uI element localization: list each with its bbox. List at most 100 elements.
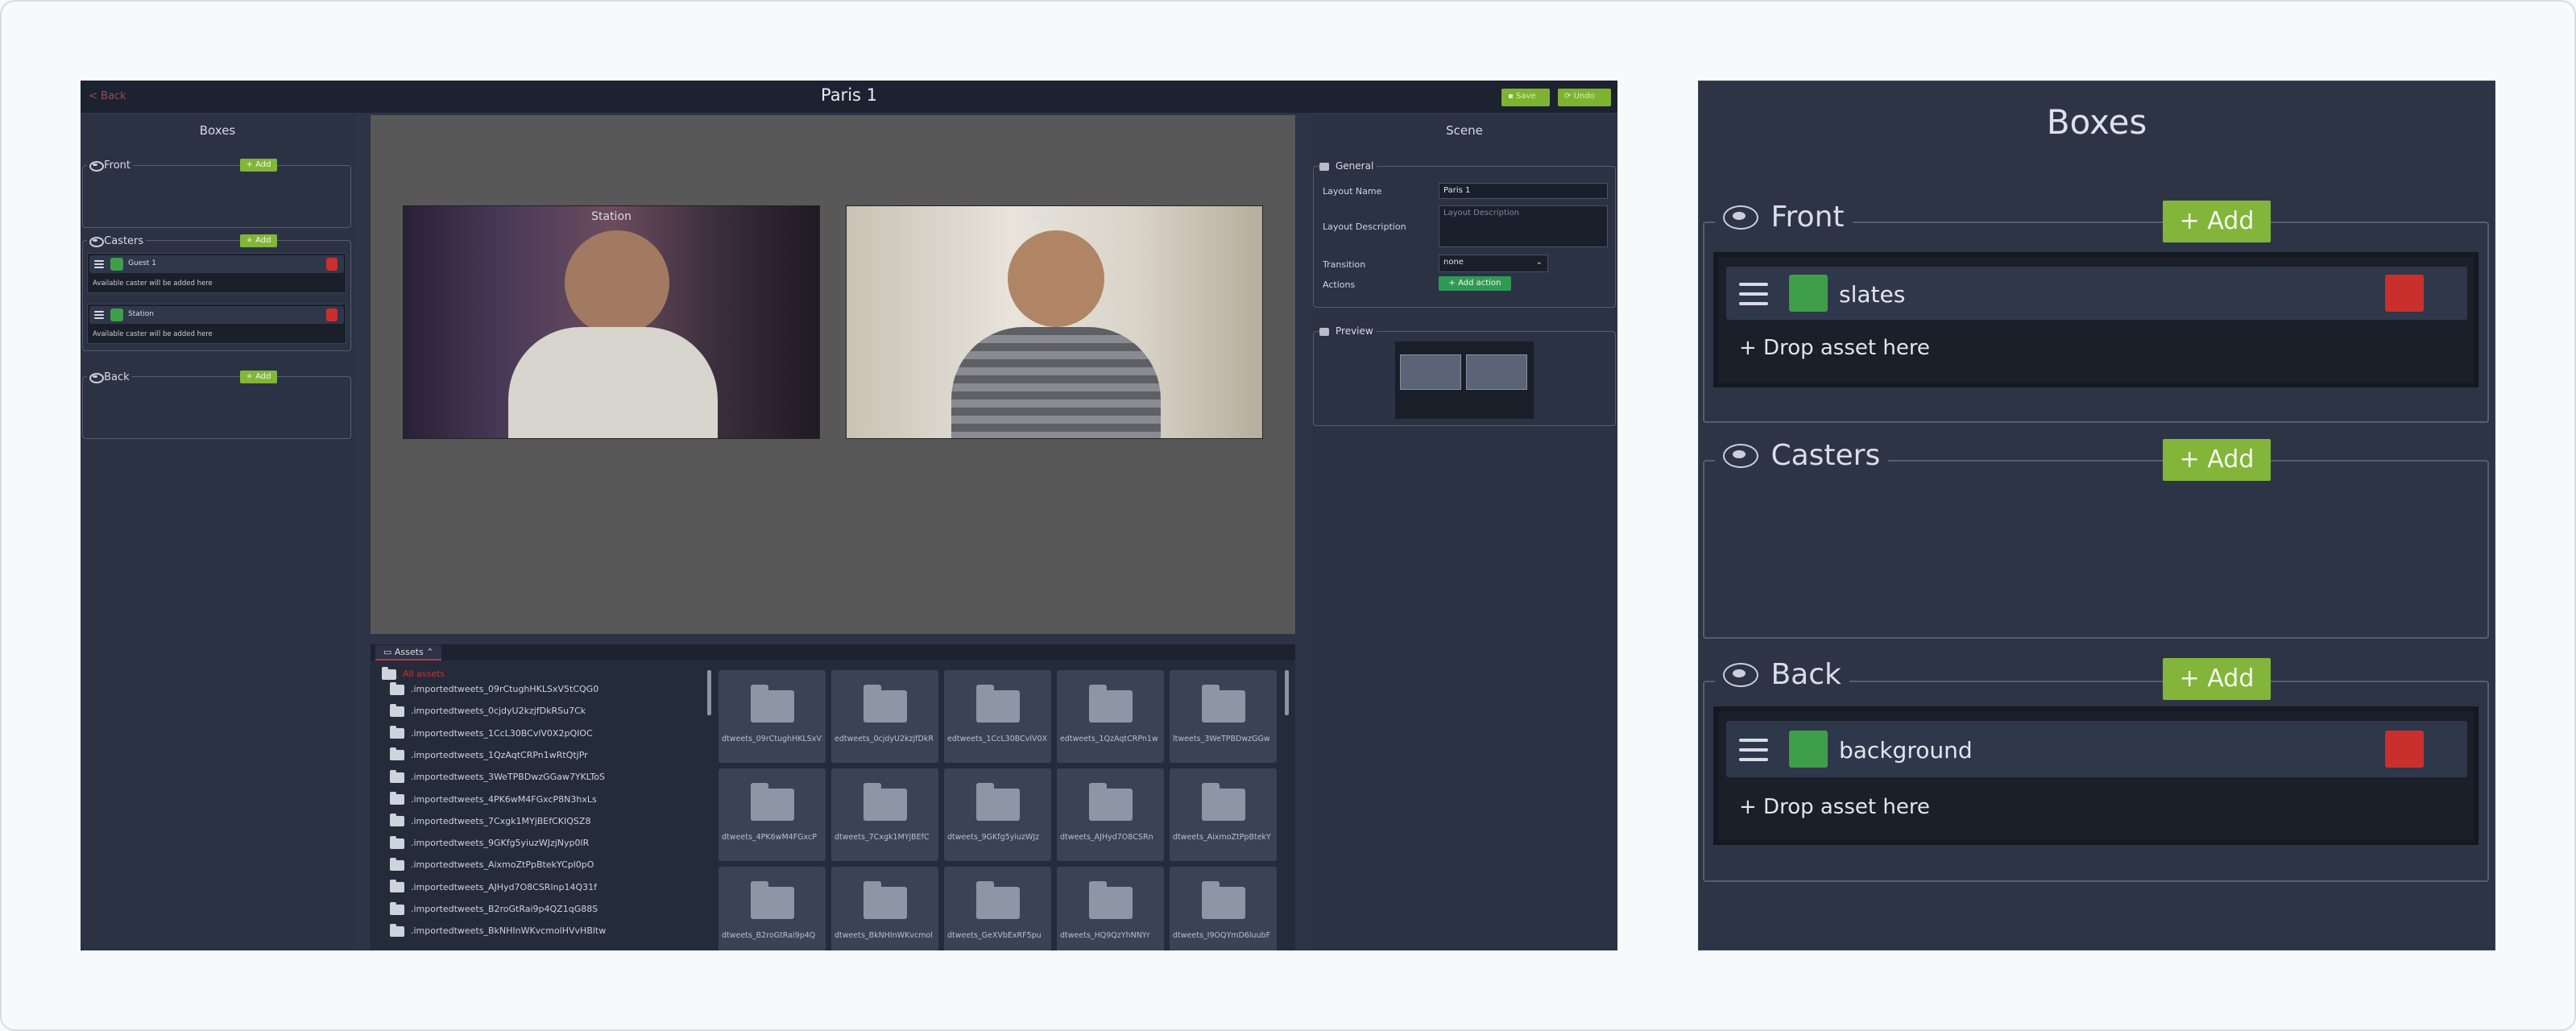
drop-asset-zone[interactable]: + Drop asset here xyxy=(1739,795,1930,819)
save-button[interactable]: ▪ Save xyxy=(1501,89,1550,106)
zoom-front-label: Front xyxy=(1770,201,1845,234)
save-label: Save xyxy=(1515,92,1536,101)
zoom-casters-section xyxy=(1703,460,2489,639)
scene-canvas[interactable]: Station Guest 1 xyxy=(371,115,1295,634)
trash-icon[interactable] xyxy=(2385,731,2424,768)
asset-tile[interactable]: dtweets_09rCtughHKLSxV5 xyxy=(719,670,826,763)
all-assets-item[interactable]: All assets xyxy=(382,666,445,680)
eye-icon[interactable] xyxy=(1723,205,1758,230)
tree-item[interactable]: .importedtweets_9GKfg5yiuzWJzjNyp0lR xyxy=(390,835,589,851)
assets-tabbar xyxy=(371,644,1295,660)
drag-handle-icon[interactable] xyxy=(94,311,104,319)
folder-icon xyxy=(751,881,794,919)
asset-tile[interactable]: dtweets_I9OQYmD6luubF xyxy=(1170,867,1277,950)
tree-item-label: .importedtweets_3WeTPBDwzGGaw7YKLToS xyxy=(411,772,605,783)
casters-add-button[interactable]: + Add xyxy=(240,234,277,247)
asset-tile-name: dtweets_B2roGtRai9p4Q xyxy=(722,931,816,940)
back-add-button[interactable]: + Add xyxy=(240,371,277,383)
visibility-toggle-icon[interactable] xyxy=(110,258,123,271)
assets-tab[interactable]: ▭ Assets ⌃ xyxy=(375,645,442,660)
asset-tile[interactable]: dtweets_9GKfg5yiuzWJz xyxy=(944,768,1051,861)
video-guest[interactable]: Guest 1 xyxy=(846,205,1263,439)
eye-icon[interactable] xyxy=(89,373,104,383)
collapse-icon[interactable] xyxy=(1319,163,1329,171)
asset-tile[interactable]: dtweets_B2roGtRai9p4Q xyxy=(719,867,826,950)
caster-hint: Available caster will be added here xyxy=(93,279,213,288)
zoom-casters-add-button[interactable]: + Add xyxy=(2163,439,2271,481)
zoom-back-label: Back xyxy=(1770,658,1841,691)
eye-icon[interactable] xyxy=(89,161,104,172)
drag-handle-icon[interactable] xyxy=(1739,739,1768,761)
assets-panel: ▭ Assets ⌃ All assets .importedtweets_09… xyxy=(371,644,1295,950)
layout-name-input[interactable]: Paris 1 xyxy=(1439,183,1608,199)
tree-item[interactable]: .importedtweets_7Cxgk1MYjBEfCKIQSZ8 xyxy=(390,814,590,830)
folder-icon: ▭ xyxy=(383,647,395,657)
undo-button[interactable]: ⟳ Undo xyxy=(1558,89,1611,106)
asset-tile-name: ltweets_3WeTPBDwzGGw xyxy=(1173,735,1270,743)
asset-tile-name: dtweets_7Cxgk1MYjBEfC xyxy=(835,833,930,842)
folder-icon xyxy=(863,685,907,723)
tree-item[interactable]: .importedtweets_3WeTPBDwzGGaw7YKLToS xyxy=(390,769,605,785)
all-assets-label: All assets xyxy=(403,669,445,679)
zoom-front-add-button[interactable]: + Add xyxy=(2163,201,2271,242)
folder-icon xyxy=(390,726,404,739)
asset-tile[interactable]: dtweets_7Cxgk1MYjBEfC xyxy=(831,768,938,861)
caster-card-guest: Guest 1 Available caster will be added h… xyxy=(87,253,346,293)
asset-tile[interactable]: dtweets_AixmoZtPpBtekY xyxy=(1170,768,1277,861)
drag-handle-icon[interactable] xyxy=(94,260,104,268)
folder-icon xyxy=(390,792,404,805)
tree-item[interactable]: .importedtweets_09rCtughHKLSxV5tCQG0 xyxy=(390,681,598,698)
folder-icon xyxy=(390,769,404,783)
eye-icon[interactable] xyxy=(89,237,104,247)
grid-scrollbar[interactable] xyxy=(1285,670,1289,715)
asset-tile[interactable]: edtweets_1CcL30BCvlV0X xyxy=(944,670,1051,763)
zoom-back-header: Back xyxy=(1715,658,1849,691)
trash-icon[interactable] xyxy=(326,258,338,271)
asset-tile[interactable]: edtweets_1QzAqtCRPn1w xyxy=(1057,670,1164,763)
asset-tile-name: dtweets_BkNHInWKvcmol xyxy=(835,931,933,940)
save-icon: ▪ xyxy=(1508,92,1516,101)
asset-tile-name: edtweets_1QzAqtCRPn1w xyxy=(1060,735,1158,743)
tree-item[interactable]: .importedtweets_1QzAqtCRPn1wRtQtjPr xyxy=(390,747,588,764)
tree-item[interactable]: .importedtweets_0cjdyU2kzjfDkRSu7Ck xyxy=(390,703,586,719)
video-station[interactable]: Station xyxy=(403,205,820,439)
tree-item[interactable]: .importedtweets_4PK6wM4FGxcP8N3hxLs xyxy=(390,792,597,808)
transition-select[interactable]: none ⌄ xyxy=(1439,255,1548,272)
tree-item[interactable]: .importedtweets_AixmoZtPpBtekYCpl0pO xyxy=(390,857,594,873)
drag-handle-icon[interactable] xyxy=(1739,283,1768,305)
visibility-toggle-icon[interactable] xyxy=(1789,731,1828,768)
tree-scrollbar[interactable] xyxy=(707,670,711,715)
front-add-button[interactable]: + Add xyxy=(240,159,277,172)
trash-icon[interactable] xyxy=(326,308,338,321)
collapse-icon[interactable] xyxy=(1319,328,1329,336)
asset-tile[interactable]: dtweets_GeXVbExRF5pu xyxy=(944,867,1051,950)
tree-item-label: .importedtweets_1CcL30BCvlV0X2pQIOC xyxy=(411,727,593,739)
eye-icon[interactable] xyxy=(1723,663,1758,687)
zoom-back-add-button[interactable]: + Add xyxy=(2163,658,2271,700)
asset-tile[interactable]: dtweets_HQ9QzYhNNYr xyxy=(1057,867,1164,950)
asset-tile[interactable]: ltweets_3WeTPBDwzGGw xyxy=(1170,670,1277,763)
layout-name-label: Layout Name xyxy=(1323,186,1382,197)
preview-header: Preview xyxy=(1319,325,1377,337)
tree-item[interactable]: .importedtweets_B2roGtRai9p4QZ1qG88S xyxy=(390,901,598,917)
tree-item[interactable]: .importedtweets_BkNHInWKvcmolHVvHBltw xyxy=(390,923,606,939)
drop-asset-zone[interactable]: + Drop asset here xyxy=(1739,336,1930,360)
folder-icon xyxy=(1089,783,1133,821)
tree-item[interactable]: .importedtweets_1CcL30BCvlV0X2pQIOC xyxy=(390,726,593,742)
asset-tile[interactable]: dtweets_AJHyd7O8CSRn xyxy=(1057,768,1164,861)
trash-icon[interactable] xyxy=(2385,275,2424,312)
visibility-toggle-icon[interactable] xyxy=(110,308,123,321)
eye-icon[interactable] xyxy=(1723,444,1758,468)
asset-tile[interactable]: dtweets_4PK6wM4FGxcP xyxy=(719,768,826,861)
video-label: Station xyxy=(591,210,632,223)
folder-icon xyxy=(390,747,404,761)
general-label: General xyxy=(1336,160,1374,172)
folder-icon xyxy=(390,880,404,893)
tree-item[interactable]: .importedtweets_AJHyd7O8CSRlnp14Q31f xyxy=(390,880,597,896)
layout-description-input[interactable]: Layout Description xyxy=(1439,205,1608,247)
asset-tile[interactable]: dtweets_BkNHInWKvcmol xyxy=(831,867,938,950)
add-action-button[interactable]: + Add action xyxy=(1439,276,1511,291)
asset-tile[interactable]: edtweets_0cjdyU2kzjfDkR xyxy=(831,670,938,763)
visibility-toggle-icon[interactable] xyxy=(1789,275,1828,312)
folder-icon xyxy=(976,881,1020,919)
